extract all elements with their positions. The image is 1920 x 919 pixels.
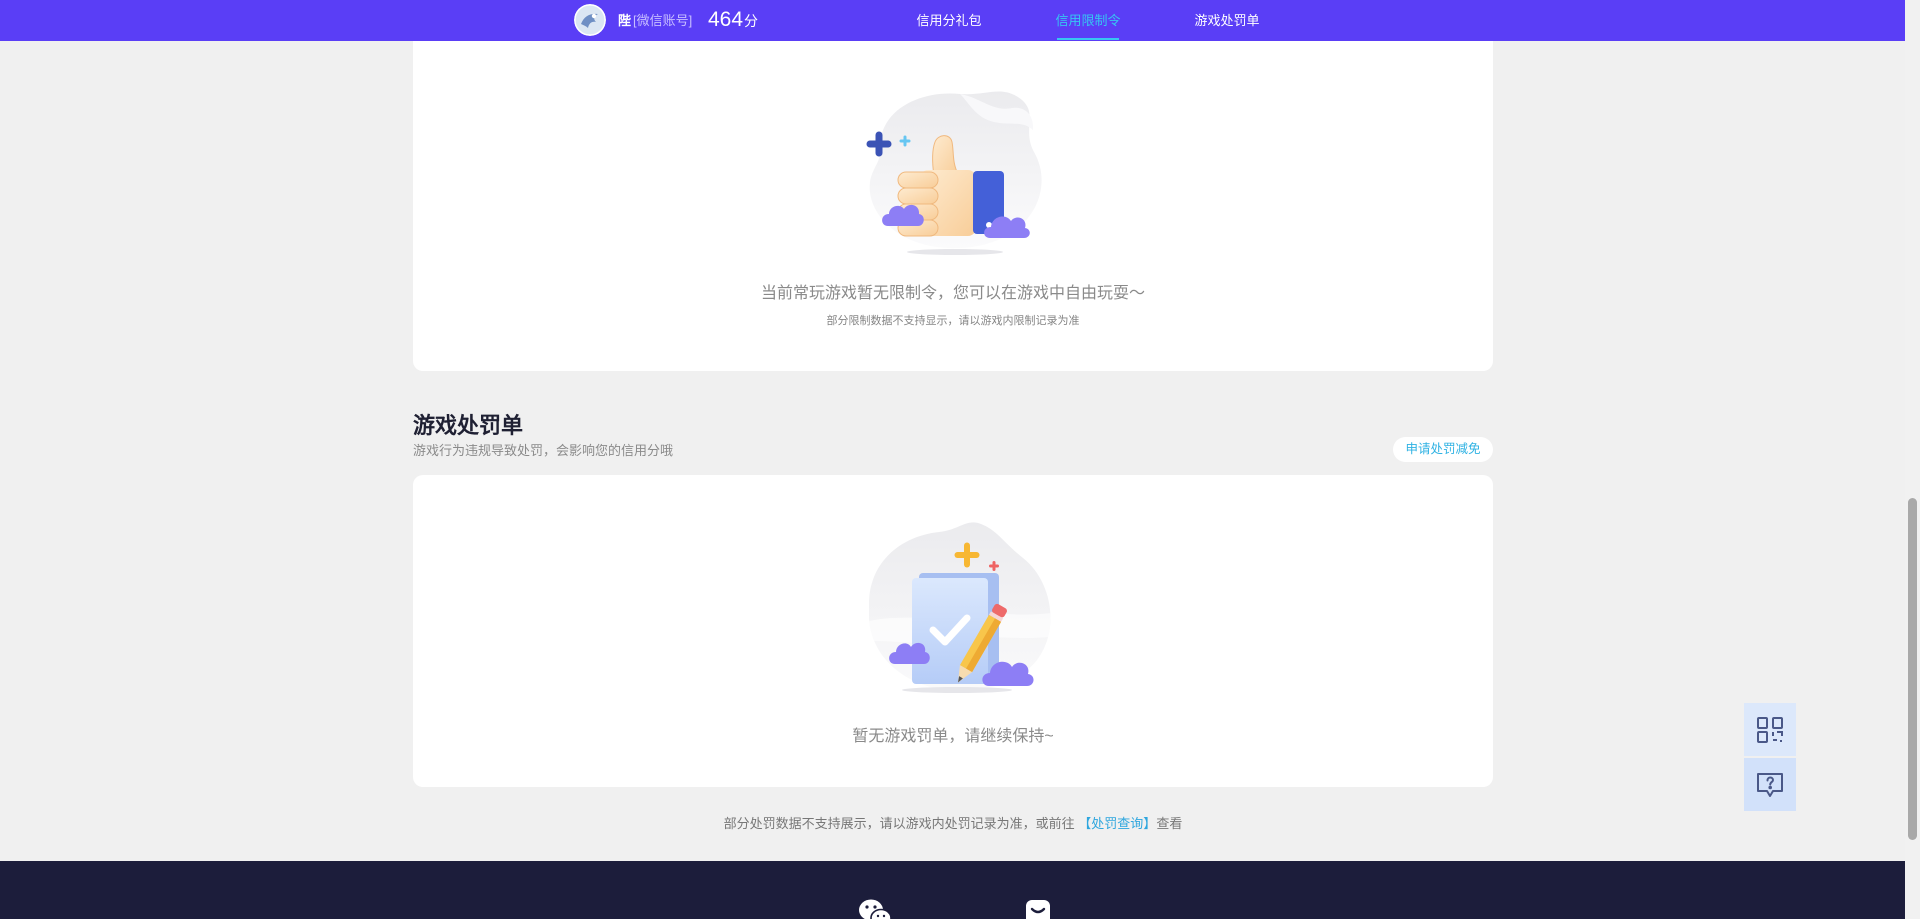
document-check-illustration xyxy=(869,522,1051,693)
account-type-label: [微信账号] xyxy=(633,13,693,28)
penalty-footer-note-suffix: 查看 xyxy=(1156,816,1183,831)
nav-link-credit-gift[interactable]: 信用分礼包 xyxy=(909,0,989,41)
qr-code-button[interactable] xyxy=(1744,703,1796,756)
apply-penalty-reduction-button[interactable]: 申请处罚减免 xyxy=(1393,437,1493,462)
thumbs-up-illustration xyxy=(866,91,1042,255)
help-button[interactable] xyxy=(1744,758,1796,811)
penalty-empty-message: 暂无游戏罚单，请继续保持~ xyxy=(852,728,1054,745)
avatar-image xyxy=(574,4,606,36)
qr-code-icon xyxy=(1757,716,1783,743)
nav-link-game-penalty[interactable]: 游戏处罚单 xyxy=(1187,0,1267,41)
active-tab-indicator xyxy=(1057,38,1119,40)
username: 陛 xyxy=(618,13,632,28)
penalty-query-link[interactable]: 【处罚查询】 xyxy=(1078,816,1156,831)
avatar[interactable] xyxy=(574,4,606,36)
section-title: 游戏处罚单 xyxy=(413,413,524,438)
section-subtitle: 游戏行为违规导致处罚，会影响您的信用分哦 xyxy=(413,443,674,458)
shadow xyxy=(907,249,1003,255)
scrollbar-thumb[interactable] xyxy=(1908,498,1917,840)
penalty-footer-note: 部分处罚数据不支持展示，请以游戏内处罚记录为准，或前往 【处罚查询】查看 xyxy=(413,815,1493,833)
nav-link-credit-restriction[interactable]: 信用限制令 xyxy=(1048,0,1128,41)
shadow xyxy=(902,687,1012,693)
credit-score-unit: 分 xyxy=(744,13,759,29)
top-nav: 陛 [微信账号] 464 分 信用分礼包 信用限制令 游戏处罚单 xyxy=(0,0,1905,41)
smile-box-icon[interactable] xyxy=(1024,898,1052,919)
footer xyxy=(0,861,1905,919)
help-chat-icon xyxy=(1757,772,1783,797)
penalty-footer-note-text: 部分处罚数据不支持展示，请以游戏内处罚记录为准，或前往 xyxy=(723,816,1079,831)
restriction-empty-message: 当前常玩游戏暂无限制令，您可以在游戏中自由玩耍～ xyxy=(760,285,1145,302)
restriction-note: 部分限制数据不支持显示，请以游戏内限制记录为准 xyxy=(826,315,1080,327)
credit-score: 464 分 xyxy=(708,0,758,41)
wechat-icon[interactable] xyxy=(858,898,892,919)
credit-score-value: 464 xyxy=(708,8,744,31)
